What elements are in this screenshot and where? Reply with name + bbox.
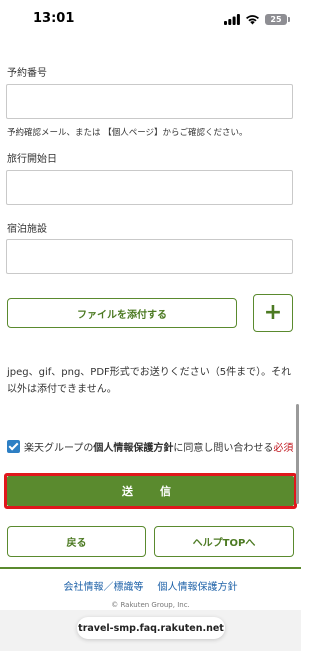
required-badge: 必須 [273,443,294,454]
back-button[interactable]: 戻る [7,526,146,557]
submit-button-label: 送 信 [122,485,179,498]
consent-row: 楽天グループの個人情報保護方針に同意し問い合わせる必須 [7,440,297,457]
help-top-button-label: ヘルプTOPへ [192,538,256,549]
consent-checkbox[interactable] [7,440,20,453]
footer-links: 会社情報／標識等 個人情報保護方針 [0,578,301,593]
battery-icon: 25 [265,13,290,25]
footer-divider [0,567,301,569]
attach-file-button-label: ファイルを添付する [77,309,167,321]
status-time: 13:01 [33,11,75,26]
reservation-note: 予約確認メール、または 【個人ページ】からご確認ください。 [7,128,248,138]
help-top-button[interactable]: ヘルプTOPへ [154,526,294,557]
signal-icon [224,13,240,25]
wifi-icon [246,14,259,24]
reservation-number-label: 予約番号 [7,68,47,79]
plus-icon: + [263,300,283,325]
reservation-number-input[interactable] [6,84,293,119]
lodging-label: 宿泊施設 [7,224,47,235]
company-info-link[interactable]: 会社情報／標識等 [64,578,144,593]
status-icons: 25 [224,12,290,26]
travel-start-date-label: 旅行開始日 [7,154,57,165]
add-file-button[interactable]: + [253,294,293,332]
privacy-policy-link[interactable]: 個人情報保護方針 [93,443,173,454]
privacy-policy-footer-link[interactable]: 個人情報保護方針 [158,578,238,593]
address-bar[interactable]: travel-smp.faq.rakuten.net [77,617,225,639]
consent-suffix: に同意し問い合わせる [173,443,274,454]
back-button-label: 戻る [66,538,87,549]
travel-start-date-input[interactable] [6,170,293,205]
copyright: © Rakuten Group, Inc. [111,601,190,609]
address-bar-url: travel-smp.faq.rakuten.net [78,622,224,634]
lodging-input[interactable] [6,239,293,274]
consent-prefix: 楽天グループの [24,443,94,454]
submit-button[interactable]: 送 信 [7,476,294,506]
file-format-note: jpeg、gif、png、PDF形式でお送りください（5件まで）。それ以外は添付… [7,367,292,395]
status-bar: 13:01 25 [0,0,301,40]
attach-file-button[interactable]: ファイルを添付する [7,298,237,328]
scrollbar[interactable] [296,404,299,504]
